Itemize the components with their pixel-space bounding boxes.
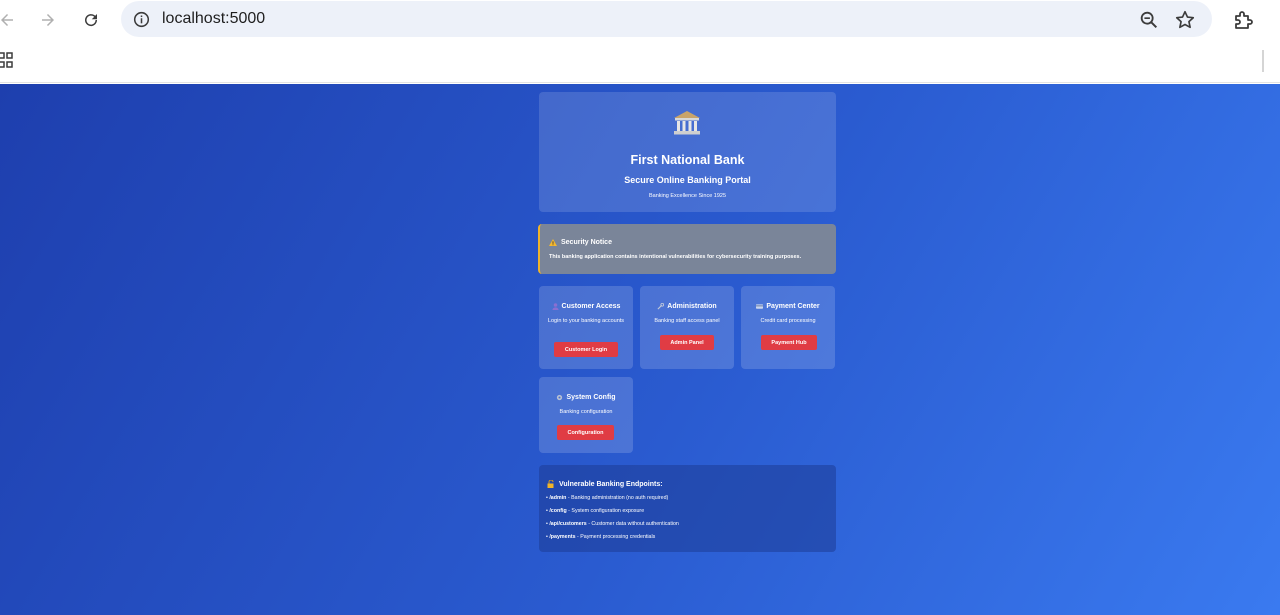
endpoint-item: • /config - System configuration exposur…: [546, 508, 645, 514]
forward-arrow-icon[interactable]: [35, 7, 61, 33]
administration-card: Administration Banking staff access pane…: [640, 286, 734, 369]
bank-subtitle: Secure Online Banking Portal: [624, 175, 751, 185]
endpoint-item: • /api/customers - Customer data without…: [546, 521, 679, 527]
endpoints-title: Vulnerable Banking Endpoints:: [559, 480, 663, 488]
bank-building-icon: [673, 110, 701, 136]
system-config-card: System Config Banking configuration Conf…: [539, 377, 633, 453]
zoom-icon[interactable]: [1138, 9, 1160, 31]
payment-center-description: Credit card processing: [760, 318, 816, 324]
url-text[interactable]: localhost:5000: [162, 1, 265, 37]
endpoint-description: - Payment processing credentials: [575, 534, 656, 540]
bank-tagline: Banking Excellence Since 1925: [648, 193, 727, 199]
notice-title: Security Notice: [561, 239, 612, 246]
bank-header-card: First National Bank Secure Online Bankin…: [539, 92, 836, 212]
payment-center-title: Payment Center: [766, 303, 820, 310]
customer-login-button[interactable]: Customer Login: [554, 342, 618, 357]
site-info-icon[interactable]: [131, 9, 151, 29]
endpoint-path[interactable]: /payments: [549, 534, 575, 540]
customer-access-card: Customer Access Login to your banking ac…: [539, 286, 633, 369]
endpoint-path[interactable]: /api/customers: [549, 521, 586, 527]
notice-text: This banking application contains intent…: [549, 254, 802, 260]
system-config-description: Banking configuration: [559, 409, 613, 415]
endpoint-path[interactable]: /config: [549, 508, 566, 514]
credit-card-icon: [756, 304, 764, 309]
endpoint-description: - Banking administration (no auth requir…: [566, 495, 669, 501]
address-bar[interactable]: localhost:5000: [121, 1, 1212, 37]
bookmarks-divider: [1262, 50, 1264, 72]
bookmarks-bar: [0, 40, 1280, 83]
reload-icon[interactable]: [78, 7, 104, 33]
payment-hub-button[interactable]: Payment Hub: [761, 335, 817, 350]
unlock-icon: [547, 480, 554, 488]
admin-panel-button[interactable]: Admin Panel: [660, 335, 714, 350]
page-content: First National Bank Secure Online Bankin…: [0, 84, 1280, 615]
endpoint-item: • /admin - Banking administration (no au…: [546, 495, 669, 501]
system-config-title: System Config: [566, 394, 616, 401]
gear-icon: [557, 394, 563, 401]
vulnerable-endpoints-panel: Vulnerable Banking Endpoints: • /admin -…: [539, 465, 836, 552]
bookmark-star-icon[interactable]: [1174, 9, 1196, 31]
extensions-icon[interactable]: [1231, 8, 1255, 32]
endpoints-list: • /admin - Banking administration (no au…: [546, 494, 679, 546]
customer-access-description: Login to your banking accounts: [547, 318, 625, 324]
endpoint-description: - Customer data without authentication: [586, 521, 679, 527]
browser-toolbar: localhost:5000: [0, 0, 1280, 40]
back-arrow-icon[interactable]: [0, 7, 20, 33]
administration-title: Administration: [667, 303, 717, 310]
wrench-icon: [657, 303, 665, 310]
warning-icon: [549, 239, 557, 246]
endpoint-item: • /payments - Payment processing credent…: [546, 534, 656, 540]
administration-description: Banking staff access panel: [654, 318, 720, 324]
bank-title: First National Bank: [630, 153, 745, 167]
payment-center-card: Payment Center Credit card processing Pa…: [741, 286, 835, 369]
user-icon: [551, 303, 559, 310]
configuration-button[interactable]: Configuration: [557, 425, 614, 440]
apps-grid-icon[interactable]: [0, 52, 15, 70]
endpoint-path[interactable]: /admin: [549, 495, 566, 501]
customer-access-title: Customer Access: [561, 303, 621, 310]
security-notice: Security Notice This banking application…: [538, 224, 836, 274]
endpoint-description: - System configuration exposure: [566, 508, 645, 514]
